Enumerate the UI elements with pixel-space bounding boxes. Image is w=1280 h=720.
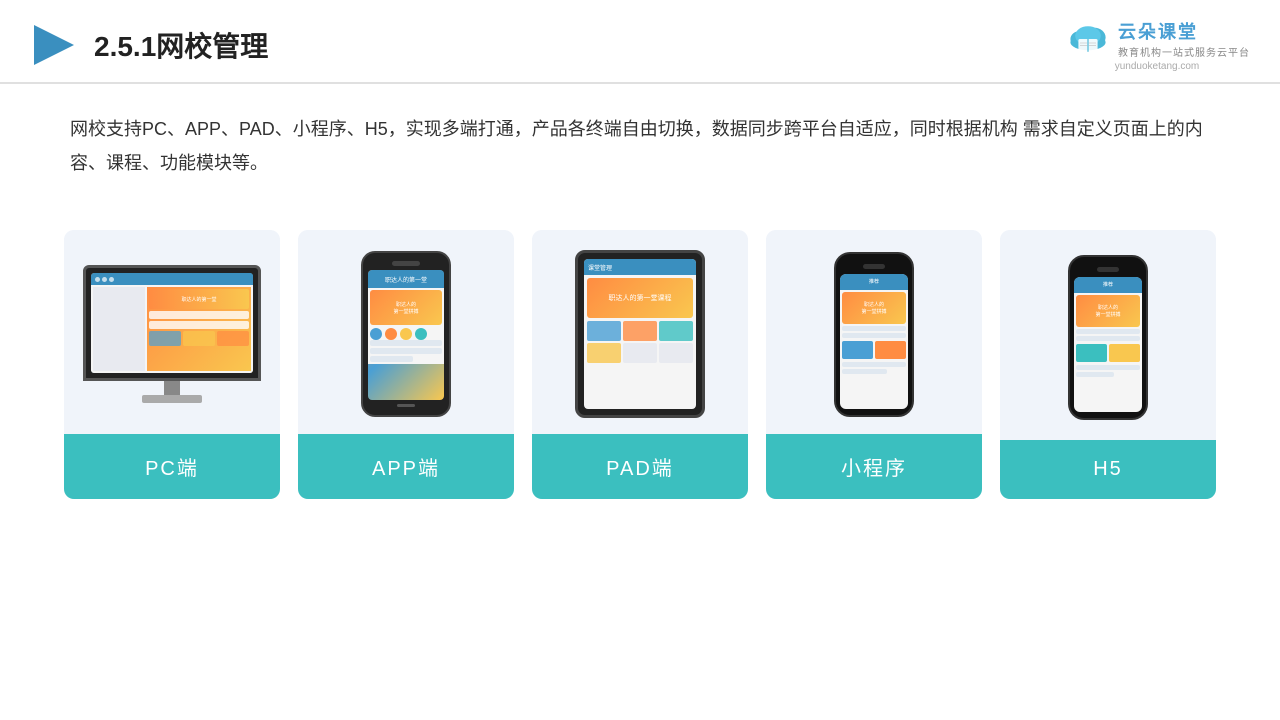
pc-monitor: 职达人的第一堂 <box>82 265 262 403</box>
logo-text-group: 云朵课堂 教育机构一站式服务云平台 <box>1118 18 1250 59</box>
phone-row <box>370 340 442 346</box>
phone-icon <box>385 328 397 340</box>
phone-content: 职达人的第一堂拼搏 <box>368 288 444 364</box>
monitor-top-bar <box>91 273 253 285</box>
smartphone-screen: 推荐 职达人的第一堂拼搏 <box>840 274 908 409</box>
tablet-content: 职达人的第一堂课程 <box>584 275 696 366</box>
smartphone-row <box>842 369 887 374</box>
smartphone-rows-2 <box>842 362 906 374</box>
phone-row <box>370 348 442 354</box>
smartphone-mini: 推荐 职达人的第一堂拼搏 <box>834 252 914 417</box>
header: 2.5.1网校管理 云朵课堂 教育机构一站式服务云平台 yunduoketan <box>0 0 1280 84</box>
smartphone-top-h5: 推荐 <box>1074 277 1142 293</box>
tablet-grid <box>587 321 693 363</box>
smartphone-h5: 推荐 职达人的第一堂拼搏 <box>1068 255 1148 420</box>
tablet-screen: 课堂管理 职达人的第一堂课程 <box>584 259 696 409</box>
logo-name: 云朵课堂 <box>1118 18 1250 44</box>
monitor-screen: 职达人的第一堂 <box>91 273 253 373</box>
smartphone-cards <box>842 341 906 359</box>
smartphone-card <box>1109 344 1140 362</box>
phone-screen: 职达人的第一堂 职达人的第一堂拼搏 <box>368 270 444 400</box>
cloud-logo-icon <box>1064 23 1112 55</box>
smartphone-card <box>842 341 873 359</box>
tablet-banner: 职达人的第一堂课程 <box>587 278 693 318</box>
smartphone-content: 职达人的第一堂拼搏 <box>840 290 908 376</box>
smartphone-row <box>842 333 906 338</box>
monitor-neck <box>164 381 180 395</box>
phone-screen-top: 职达人的第一堂 <box>368 270 444 288</box>
smartphone-row <box>842 362 906 367</box>
smartphone-row <box>842 326 906 331</box>
tablet-grid-item <box>587 321 621 341</box>
card-miniprogram: 推荐 职达人的第一堂拼搏 <box>766 230 982 499</box>
smartphone-row <box>1076 372 1114 377</box>
card-pc-label: PC端 <box>64 434 280 499</box>
smartphone-cards-h5 <box>1076 344 1140 362</box>
smartphone-row <box>1076 329 1140 334</box>
phone-banner: 职达人的第一堂拼搏 <box>370 290 442 325</box>
card-pad-label: PAD端 <box>532 434 748 499</box>
smartphone-row <box>1076 336 1140 341</box>
card-mini-image: 推荐 职达人的第一堂拼搏 <box>766 230 982 434</box>
phone-home-btn <box>397 404 415 407</box>
header-left: 2.5.1网校管理 <box>30 21 268 69</box>
monitor-sidebar <box>93 287 145 371</box>
card-pad: 课堂管理 职达人的第一堂课程 <box>532 230 748 499</box>
card-pc-image: 职达人的第一堂 <box>64 230 280 434</box>
logo-url: yunduoketang.com <box>1115 61 1200 72</box>
monitor-row <box>149 321 249 329</box>
card-app-label: APP端 <box>298 434 514 499</box>
card-h5-image: 推荐 职达人的第一堂拼搏 <box>1000 230 1216 440</box>
tablet-grid-item <box>623 343 657 363</box>
tablet: 课堂管理 职达人的第一堂课程 <box>575 250 705 418</box>
smartphone-screen-h5: 推荐 职达人的第一堂拼搏 <box>1074 277 1142 412</box>
phone-app: 职达人的第一堂 职达人的第一堂拼搏 <box>361 251 451 417</box>
phone-icon <box>370 328 382 340</box>
smartphone-top: 推荐 <box>840 274 908 290</box>
card-app-image: 职达人的第一堂 职达人的第一堂拼搏 <box>298 230 514 434</box>
smartphone-rows-h5 <box>1076 329 1140 341</box>
monitor-screen-wrapper: 职达人的第一堂 <box>83 265 261 381</box>
card-app: 职达人的第一堂 职达人的第一堂拼搏 <box>298 230 514 499</box>
card-mini-label: 小程序 <box>766 434 982 499</box>
monitor-main: 职达人的第一堂 <box>147 287 251 371</box>
monitor-row <box>149 311 249 319</box>
monitor-content: 职达人的第一堂 <box>91 285 253 373</box>
monitor-base <box>142 395 202 403</box>
smartphone-banner-h5: 职达人的第一堂拼搏 <box>1076 295 1140 327</box>
smartphone-rows <box>842 326 906 338</box>
smartphone-banner: 职达人的第一堂拼搏 <box>842 292 906 324</box>
phone-icon <box>415 328 427 340</box>
tablet-grid-item <box>587 343 621 363</box>
card-h5: 推荐 职达人的第一堂拼搏 <box>1000 230 1216 499</box>
play-icon <box>30 21 78 69</box>
smartphone-content-h5: 职达人的第一堂拼搏 <box>1074 293 1142 379</box>
tablet-top-bar: 课堂管理 <box>584 259 696 275</box>
logo-cloud: 云朵课堂 教育机构一站式服务云平台 <box>1064 18 1250 59</box>
page-title: 2.5.1网校管理 <box>94 25 268 65</box>
smartphone-row <box>1076 365 1140 370</box>
tablet-grid-item <box>659 343 693 363</box>
tablet-grid-item <box>659 321 693 341</box>
phone-rows <box>370 340 442 362</box>
smartphone-card <box>875 341 906 359</box>
tablet-grid-item <box>623 321 657 341</box>
card-h5-label: H5 <box>1000 440 1216 499</box>
logo-tagline: 教育机构一站式服务云平台 <box>1118 44 1250 59</box>
phone-notch <box>392 261 420 266</box>
smartphone-card <box>1076 344 1107 362</box>
logo-area: 云朵课堂 教育机构一站式服务云平台 yunduoketang.com <box>1064 18 1250 72</box>
phone-row <box>370 356 413 362</box>
smartphone-rows-2-h5 <box>1076 365 1140 377</box>
card-pad-image: 课堂管理 职达人的第一堂课程 <box>532 230 748 434</box>
card-pc: 职达人的第一堂 <box>64 230 280 499</box>
phone-icon <box>400 328 412 340</box>
description-text: 网校支持PC、APP、PAD、小程序、H5，实现多端打通，产品各终端自由切换，数… <box>0 84 1280 190</box>
cards-container: 职达人的第一堂 <box>0 200 1280 519</box>
smartphone-notch <box>863 264 885 269</box>
phone-icons <box>370 328 442 340</box>
smartphone-notch-h5 <box>1097 267 1119 272</box>
